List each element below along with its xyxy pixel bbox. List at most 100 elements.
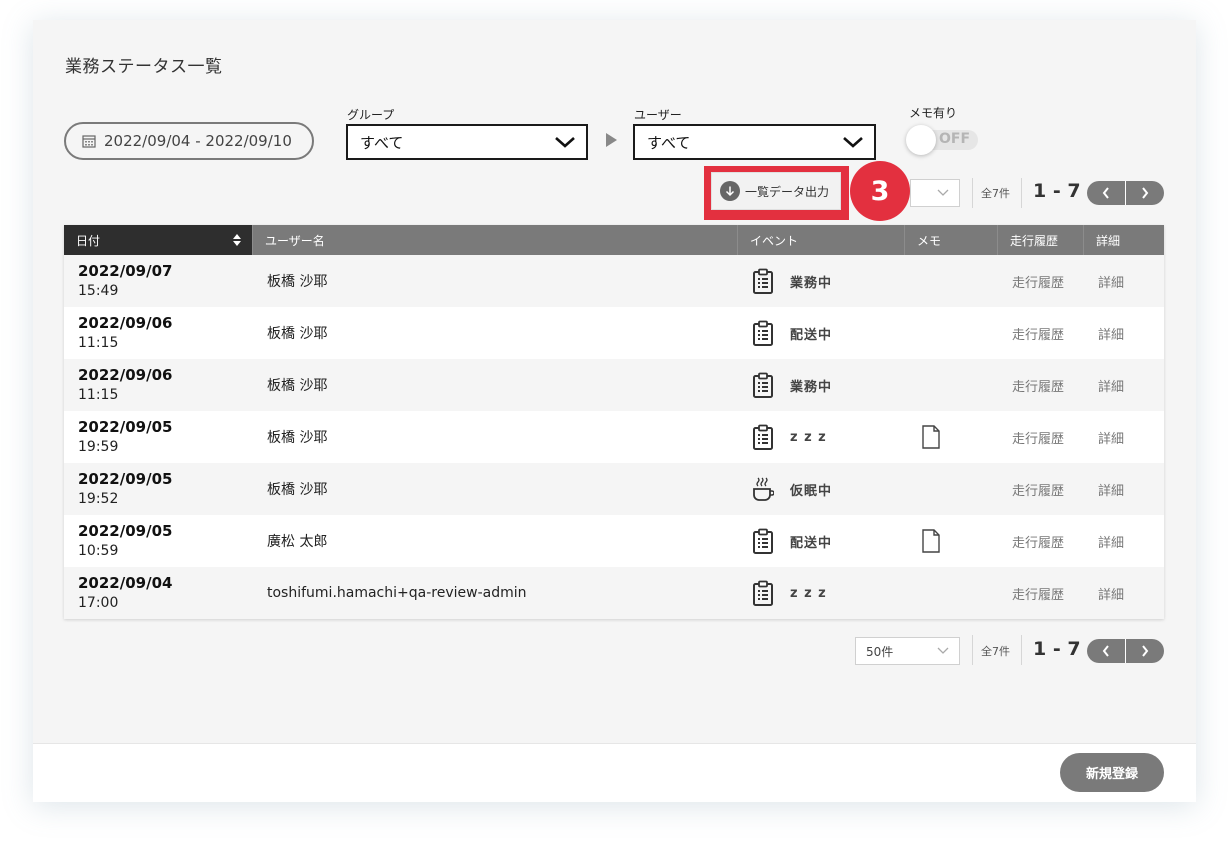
cell-event: 配送中 [738, 307, 905, 359]
cell-memo[interactable] [905, 411, 998, 463]
detail-link[interactable]: 詳細 [1084, 567, 1164, 619]
log-link[interactable]: 走行履歴 [998, 463, 1084, 515]
step-badge: 3 [850, 161, 910, 221]
user-select[interactable]: すべて [633, 124, 876, 160]
cell-date: 2022/09/04 17:00 [64, 567, 253, 619]
prev-page-button[interactable] [1087, 639, 1126, 663]
memo-icon[interactable] [921, 425, 941, 449]
log-link[interactable]: 走行履歴 [998, 515, 1084, 567]
cell-user: 板橋 沙耶 [267, 430, 328, 446]
table-row: 2022/09/05 10:59 廣松 太郎 配送中 走行履歴 詳細 [64, 515, 1164, 567]
per-page-select-top[interactable] [910, 179, 960, 207]
table-body: 2022/09/07 15:49 板橋 沙耶 業務中 走行履歴 詳細 2022/09/06 1… [64, 255, 1164, 619]
header-user-label: ユーザー名 [265, 233, 325, 248]
table-row: 2022/09/06 11:15 板橋 沙耶 配送中 走行履歴 詳細 [64, 307, 1164, 359]
table-row: 2022/09/04 17:00 toshifumi.hamachi+qa-revi… [64, 567, 1164, 619]
date-text: 2022/09/05 [78, 522, 173, 540]
memo-toggle[interactable]: OFF [906, 125, 978, 155]
chevron-left-icon [1102, 645, 1109, 657]
chevron-down-icon [937, 189, 949, 196]
per-page-select[interactable]: 50件 [855, 637, 960, 665]
cell-event: z z z [738, 567, 905, 619]
header-detail-label: 詳細 [1096, 233, 1121, 248]
time-text: 19:52 [78, 491, 119, 507]
log-link[interactable]: 走行履歴 [998, 359, 1084, 411]
chevron-down-icon [937, 647, 949, 654]
detail-link[interactable]: 詳細 [1084, 359, 1164, 411]
cell-date: 2022/09/05 19:52 [64, 463, 253, 515]
header-event-label: イベント [750, 233, 799, 248]
group-select[interactable]: すべて [346, 124, 588, 160]
date-text: 2022/09/05 [78, 470, 173, 488]
chevron-down-icon [843, 137, 863, 148]
cell-memo [905, 255, 998, 307]
header-memo-label: メモ [917, 233, 942, 248]
user-select-value: すべて [647, 133, 691, 152]
date-text: 2022/09/06 [78, 314, 173, 332]
date-range-text: 2022/09/04 - 2022/09/10 [104, 132, 292, 150]
chevron-right-icon [1142, 187, 1149, 199]
chevron-right-icon [1142, 645, 1149, 657]
pager-buttons [1087, 181, 1164, 205]
page-title: 業務ステータス一覧 [65, 57, 223, 77]
clipboard-icon [752, 528, 774, 554]
detail-link[interactable]: 詳細 [1084, 515, 1164, 567]
table-row: 2022/09/06 11:15 板橋 沙耶 業務中 走行履歴 詳細 [64, 359, 1164, 411]
date-text: 2022/09/04 [78, 574, 173, 592]
date-text: 2022/09/05 [78, 418, 173, 436]
export-button[interactable]: 一覧データ出力 [711, 172, 841, 210]
log-link[interactable]: 走行履歴 [998, 255, 1084, 307]
cell-date: 2022/09/05 19:59 [64, 411, 253, 463]
log-link[interactable]: 走行履歴 [998, 411, 1084, 463]
cell-memo[interactable] [905, 515, 998, 567]
total-count: 全7件 [981, 187, 1010, 200]
next-page-button[interactable] [1126, 639, 1164, 663]
cell-user: 板橋 沙耶 [267, 274, 328, 290]
log-link[interactable]: 走行履歴 [998, 307, 1084, 359]
divider [1021, 635, 1022, 665]
header-log-label: 走行履歴 [1010, 233, 1059, 248]
time-text: 17:00 [78, 595, 119, 611]
header-user: ユーザー名 [253, 225, 738, 255]
time-text: 19:59 [78, 439, 119, 455]
header-date[interactable]: 日付 [64, 225, 253, 255]
event-label: 仮眠中 [790, 483, 833, 499]
cell-memo [905, 359, 998, 411]
cell-user: toshifumi.hamachi+qa-review-admin [267, 585, 527, 601]
detail-link[interactable]: 詳細 [1084, 307, 1164, 359]
detail-link[interactable]: 詳細 [1084, 411, 1164, 463]
detail-link[interactable]: 詳細 [1084, 255, 1164, 307]
page-range-bottom: 1 - 7 [1033, 638, 1081, 660]
cell-date: 2022/09/07 15:49 [64, 255, 253, 307]
log-link[interactable]: 走行履歴 [998, 567, 1084, 619]
export-label: 一覧データ出力 [745, 184, 830, 199]
header-detail: 詳細 [1084, 225, 1164, 255]
event-label: 配送中 [790, 535, 833, 551]
status-table: 日付 ユーザー名 イベント メモ 走行履歴 詳細 2022/09/07 15:49… [64, 225, 1164, 619]
detail-link[interactable]: 詳細 [1084, 463, 1164, 515]
cell-date: 2022/09/06 11:15 [64, 359, 253, 411]
toggle-state: OFF [939, 131, 971, 147]
date-range-picker[interactable]: 2022/09/04 - 2022/09/10 [64, 122, 314, 160]
time-text: 11:15 [78, 387, 119, 403]
clipboard-icon [752, 268, 774, 294]
chevron-left-icon [1102, 187, 1109, 199]
group-select-value: すべて [360, 133, 404, 152]
cell-user: 板橋 沙耶 [267, 482, 328, 498]
clipboard-icon [752, 580, 774, 606]
clipboard-icon [752, 320, 774, 346]
memo-icon[interactable] [921, 529, 941, 553]
event-label: z z z [790, 429, 827, 445]
header-memo: メモ [905, 225, 998, 255]
pager-buttons-bottom [1087, 639, 1164, 663]
next-page-button[interactable] [1126, 181, 1164, 205]
sort-icon [233, 234, 241, 246]
register-button[interactable]: 新規登録 [1060, 753, 1164, 792]
cell-date: 2022/09/05 10:59 [64, 515, 253, 567]
date-text: 2022/09/07 [78, 262, 173, 280]
divider [1021, 178, 1022, 208]
user-label: ユーザー [634, 108, 682, 122]
prev-page-button[interactable] [1087, 181, 1126, 205]
divider [972, 635, 973, 665]
table-row: 2022/09/05 19:59 板橋 沙耶 z z z 走行履歴 詳細 [64, 411, 1164, 463]
